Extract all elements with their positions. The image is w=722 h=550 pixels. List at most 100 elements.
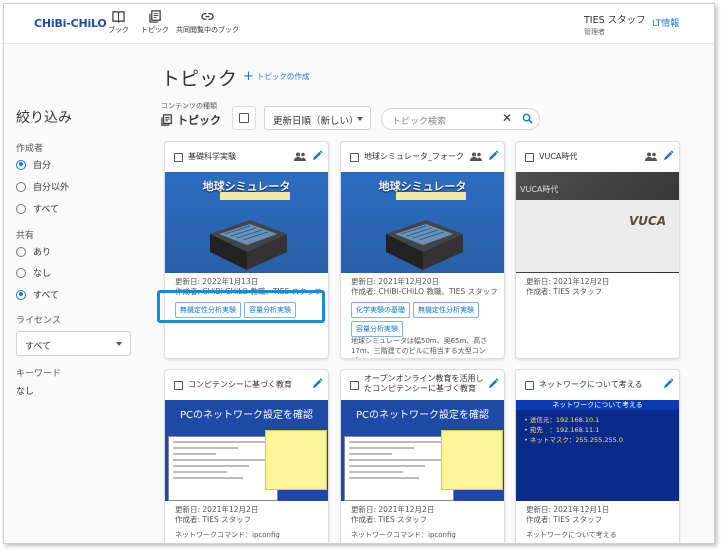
tag-chip[interactable]: 容量分析実験 <box>351 321 403 337</box>
card-title[interactable]: VUCA時代 <box>539 152 577 162</box>
supercomputer-illustration-icon <box>386 220 463 270</box>
edit-pencil-icon[interactable] <box>312 150 323 161</box>
card-updated: 更新日: 2021年12月2日 <box>175 505 259 514</box>
radio-checked-icon <box>16 159 26 170</box>
card-header: ネットワークについて考える <box>516 370 679 400</box>
app-logo[interactable]: CHiBi-CHiLO <box>34 17 107 30</box>
thumbnail-title: VUCA時代 <box>520 185 559 194</box>
creator-option-others-label: 自分以外 <box>33 183 70 193</box>
card-title-line: たコンピテンシーに基づく教育 <box>364 384 476 393</box>
card-checkbox[interactable] <box>174 381 183 390</box>
keyword-value: なし <box>16 387 35 397</box>
card-title[interactable]: オープンオンライン教育を活用し たコンピテンシーに基づく教育 <box>364 374 484 394</box>
sort-select-value: 更新日順（新しい） <box>273 116 359 127</box>
card-updated: 更新日: 2021年12月1日 <box>526 505 610 514</box>
sort-select[interactable]: 更新日順（新しい） <box>264 106 371 130</box>
search-box[interactable]: トピック検索 ✕ <box>381 108 540 130</box>
plus-icon: + <box>243 68 254 84</box>
topic-card[interactable]: 基礎科学実験 地球シミュレータ 更新日: 2022年1月13日 作成者: CHi… <box>164 141 329 359</box>
card-author: 作成者: TIES スタッフ <box>175 515 252 524</box>
card-title[interactable]: コンピテンシーに基づく教育 <box>188 380 292 390</box>
card-title[interactable]: 地球シミュレータ_フォーク <box>364 152 464 162</box>
user-name: TIES スタッフ <box>584 15 646 26</box>
tag-chip[interactable]: 化学実験の基礎 <box>351 302 410 318</box>
license-select[interactable]: すべて <box>16 331 131 356</box>
topic-card[interactable]: ネットワークについて考える ネットワークについて考える • 送信元：192.16… <box>515 369 680 543</box>
shared-people-icon <box>470 152 482 161</box>
nav-topic[interactable]: トピック <box>141 10 169 35</box>
shared-people-icon <box>645 152 657 161</box>
content-type-selector[interactable]: トピック <box>161 112 221 128</box>
nav-shared-books[interactable]: 共同閲覧中のブック <box>176 10 239 35</box>
card-thumbnail: PCのネットワーク設定を確認 <box>165 400 328 501</box>
vuca-logo-icon: VUCA <box>629 214 667 228</box>
topic-icon <box>161 114 172 126</box>
card-description: 地球シミュレータは幅50m、奥65m、高さ17m、三階建てのビルに相当する大型コ… <box>351 337 488 358</box>
card-description: ネットワークコマンド：ipconfig <box>351 531 456 539</box>
thumbnail-subtitle <box>396 192 466 200</box>
page-title: トピック <box>161 68 238 90</box>
creator-option-mine[interactable]: 自分 <box>16 158 51 171</box>
sticky-note <box>265 430 327 490</box>
card-checkbox[interactable] <box>350 381 359 390</box>
content-type-label: コンテンツの種類 <box>161 102 217 110</box>
card-author: 作成者: TIES スタッフ <box>526 287 603 296</box>
card-updated: 更新日: 2021年12月2日 <box>526 277 610 286</box>
card-header: コンピテンシーに基づく教育 <box>165 370 328 400</box>
search-input[interactable]: トピック検索 <box>392 117 446 127</box>
card-updated: 更新日: 2021年12月20日 <box>351 277 440 286</box>
shared-option-all[interactable]: すべて <box>16 288 59 301</box>
card-checkbox[interactable] <box>525 153 534 162</box>
card-description: ネットワークコマンド：ipconfig <box>175 531 280 539</box>
sticky-note <box>441 430 503 490</box>
create-topic-label: トピックの作成 <box>256 72 310 81</box>
edit-pencil-icon[interactable] <box>488 150 499 161</box>
card-title[interactable]: ネットワークについて考える <box>539 380 643 390</box>
shared-option-no[interactable]: なし <box>16 266 51 279</box>
tag-highlight-box <box>157 290 325 323</box>
edit-pencil-icon[interactable] <box>663 150 674 161</box>
creator-option-all[interactable]: すべて <box>16 202 59 215</box>
book-icon <box>112 11 125 23</box>
tag-chip[interactable]: 無機定性分析実験 <box>413 302 479 318</box>
topic-card[interactable]: オープンオンライン教育を活用し たコンピテンシーに基づく教育 PCのネットワーク… <box>340 369 505 543</box>
nav-book-label: ブック <box>108 26 129 34</box>
topic-card[interactable]: VUCA時代 VUCA時代 VUCA 更新日: 2021年12月2日 作成者: … <box>515 141 680 359</box>
thumbnail-title: PCのネットワーク設定を確認 <box>355 410 489 421</box>
topic-card[interactable]: コンピテンシーに基づく教育 PCのネットワーク設定を確認 更新日: 2021年1… <box>164 369 329 543</box>
license-label: ライセンス <box>16 316 61 326</box>
card-checkbox[interactable] <box>350 153 359 162</box>
shared-option-yes[interactable]: あり <box>16 245 51 258</box>
radio-unchecked-icon <box>16 181 26 192</box>
creator-option-others[interactable]: 自分以外 <box>16 180 69 193</box>
user-menu[interactable]: TIES スタッフ 管理者 <box>584 12 646 37</box>
edit-pencil-icon[interactable] <box>488 378 499 389</box>
shared-label: 共有 <box>16 231 35 241</box>
license-select-value: すべて <box>25 342 52 352</box>
nav-book[interactable]: ブック <box>108 10 129 35</box>
radio-checked-icon <box>16 289 26 300</box>
shared-option-all-label: すべて <box>33 291 60 301</box>
radio-unchecked-icon <box>16 246 26 257</box>
select-all-checkbox[interactable] <box>232 106 256 130</box>
creator-option-all-label: すべて <box>33 205 60 215</box>
edit-pencil-icon[interactable] <box>663 378 674 389</box>
topic-card[interactable]: 地球シミュレータ_フォーク 地球シミュレータ 更新日: 2021年12月20日 … <box>340 141 505 359</box>
thumbnail-line: • 宛先 ：192.168.11.1 <box>524 426 600 434</box>
card-checkbox[interactable] <box>174 153 183 162</box>
lt-info-link[interactable]: LT情報 <box>652 16 679 29</box>
card-thumbnail: PCのネットワーク設定を確認 <box>341 400 504 501</box>
clear-icon[interactable]: ✕ <box>502 111 512 125</box>
shared-option-no-label: なし <box>33 269 52 279</box>
card-title[interactable]: 基礎科学実験 <box>188 152 236 162</box>
search-icon[interactable] <box>522 113 533 124</box>
edit-pencil-icon[interactable] <box>312 378 323 389</box>
card-header: VUCA時代 <box>516 142 679 172</box>
thumbnail-line: • ネットマスク：255.255.255.0 <box>524 436 623 444</box>
card-checkbox[interactable] <box>525 381 534 390</box>
card-author: 作成者: TIES スタッフ <box>351 515 428 524</box>
create-topic-link[interactable]: + トピックの作成 <box>243 68 310 84</box>
thumbnail-line: • 送信元：192.168.10.1 <box>524 416 600 424</box>
card-author: 作成者: TIES スタッフ <box>526 515 603 524</box>
nav-shared-books-label: 共同閲覧中のブック <box>176 26 239 34</box>
